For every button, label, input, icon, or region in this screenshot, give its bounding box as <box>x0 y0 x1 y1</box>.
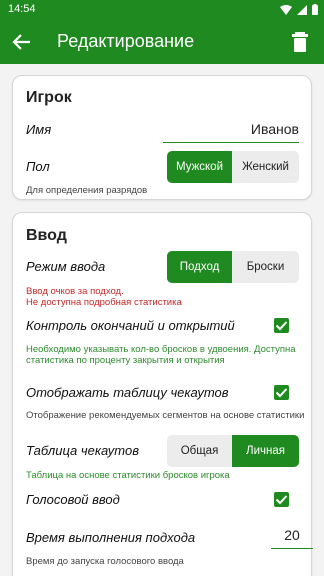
checkout-option-personal[interactable]: Личная <box>232 435 299 467</box>
checkout-show-checkbox[interactable] <box>274 385 289 400</box>
wifi-icon <box>280 4 292 15</box>
checkout-table-segmented: Общая Личная <box>167 435 299 467</box>
mode-option-throws[interactable]: Броски <box>232 251 299 283</box>
input-header: Ввод <box>26 227 67 244</box>
page-title: Редактирование <box>57 31 195 51</box>
control-label: Контроль окончаний и открытий <box>26 318 235 333</box>
back-arrow-icon[interactable] <box>12 32 32 52</box>
mode-warning: Ввод очков за подход. Не доступна подроб… <box>26 286 182 308</box>
name-input[interactable]: Иванов <box>163 119 299 143</box>
mode-label: Режим ввода <box>26 259 106 274</box>
control-checkbox[interactable] <box>274 318 289 333</box>
checkmark-icon <box>275 388 288 398</box>
voice-label: Голосовой ввод <box>26 492 120 507</box>
checkmark-icon <box>275 321 288 331</box>
checkout-option-general[interactable]: Общая <box>167 435 232 467</box>
gender-option-male[interactable]: Мужской <box>167 151 232 183</box>
voice-checkbox[interactable] <box>274 492 289 507</box>
checkout-show-hint: Отображение рекомендуемых сегментов на о… <box>26 410 305 421</box>
app-bar: Редактирование <box>0 20 324 64</box>
mode-segmented: Подход Броски <box>167 251 299 283</box>
gender-hint: Для определения разрядов <box>26 185 148 196</box>
status-icons <box>280 4 318 15</box>
checkout-table-label: Таблица чекаутов <box>26 443 139 458</box>
checkout-table-hint: Таблица на основе статистики бросков игр… <box>26 470 230 481</box>
time-hint: Время до запуска голосового ввода <box>26 556 184 567</box>
mode-option-approach[interactable]: Подход <box>167 251 232 283</box>
signal-icon <box>297 4 307 15</box>
player-header: Игрок <box>26 89 72 106</box>
gender-label: Пол <box>26 159 50 174</box>
control-hint: Необходимо указывать кол-во бросков в уд… <box>26 344 296 366</box>
checkout-show-label: Отображать таблицу чекаутов <box>26 385 229 400</box>
time-label: Время выполнения подхода <box>26 530 196 545</box>
gender-segmented: Мужской Женский <box>167 151 299 183</box>
checkmark-icon <box>275 495 288 505</box>
gender-option-female[interactable]: Женский <box>232 151 299 183</box>
player-card: Игрок Имя Иванов Пол Мужской Женский Для… <box>12 75 312 200</box>
status-time: 14:54 <box>8 3 36 15</box>
battery-icon <box>312 4 318 15</box>
status-bar: 14:54 <box>0 0 324 20</box>
name-label: Имя <box>26 122 52 137</box>
input-card: Ввод Режим ввода Подход Броски Ввод очко… <box>12 212 313 576</box>
trash-icon[interactable] <box>290 31 310 53</box>
time-input[interactable]: 20 <box>271 523 313 549</box>
